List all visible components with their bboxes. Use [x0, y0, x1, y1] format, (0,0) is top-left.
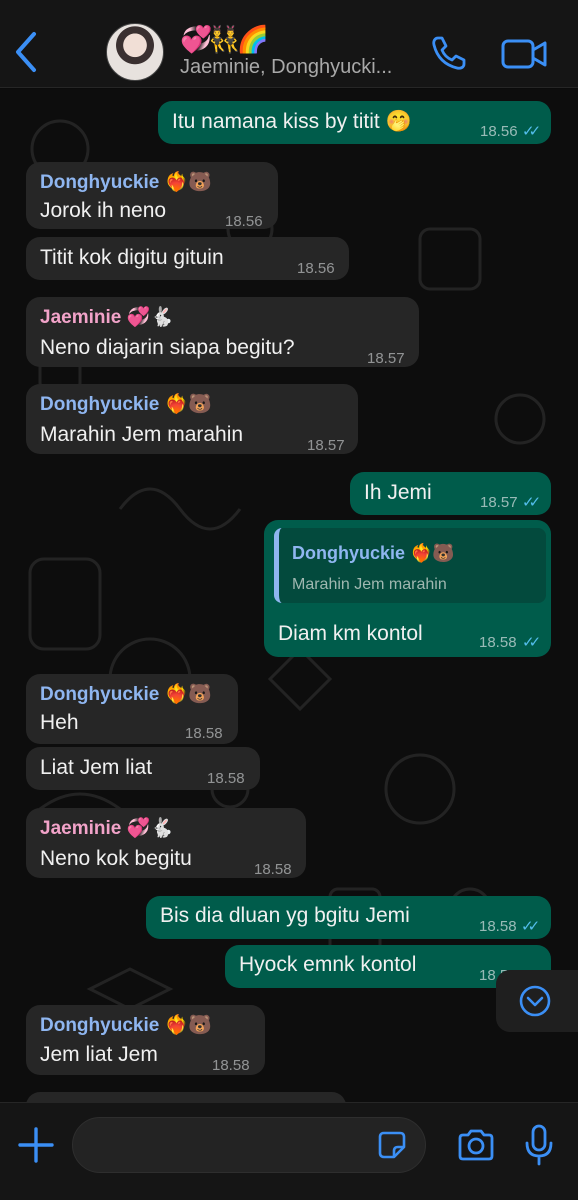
video-camera-icon: [501, 39, 547, 69]
microphone-button[interactable]: [524, 1123, 554, 1167]
message-time: 18.57: [307, 437, 345, 454]
message-sender[interactable]: Jaeminie 💞🐇: [40, 816, 174, 842]
quoted-text: Marahin Jem marahin: [292, 576, 447, 593]
read-ticks-icon: ✓✓: [522, 123, 541, 140]
message-bubble-outgoing[interactable]: Bis dia dluan yg bgitu Jemi 18.58 ✓✓: [146, 896, 551, 939]
sticker-icon: [378, 1131, 406, 1159]
message-text: Neno kok begitu: [40, 847, 192, 870]
message-bubble-incoming-partial[interactable]: [26, 1092, 346, 1102]
message-bubble-incoming[interactable]: Jaeminie 💞🐇 Neno diajarin siapa begitu? …: [26, 297, 419, 367]
message-sender[interactable]: Donghyuckie ❤️‍🔥🐻: [40, 392, 212, 418]
video-call-button[interactable]: [500, 34, 548, 74]
voice-call-button[interactable]: [428, 34, 468, 74]
message-time: 18.58: [479, 918, 517, 935]
camera-icon: [458, 1129, 494, 1161]
message-time: 18.57: [367, 350, 405, 367]
message-bubble-outgoing[interactable]: Itu namana kiss by titit 🤭 18.56 ✓✓: [158, 101, 551, 144]
sticker-button[interactable]: [376, 1129, 408, 1161]
back-button[interactable]: [10, 28, 46, 76]
message-time: 18.58: [479, 634, 517, 651]
message-time: 18.56: [225, 213, 263, 230]
plus-icon: [18, 1127, 54, 1163]
message-composer: [0, 1102, 578, 1200]
read-ticks-icon: ✓✓: [522, 634, 541, 651]
message-text: Diam km kontol: [278, 622, 423, 645]
message-sender[interactable]: Donghyuckie ❤️‍🔥🐻: [40, 682, 212, 708]
message-text: Jorok ih neno: [40, 199, 167, 222]
message-text: Liat Jem liat: [40, 756, 153, 779]
message-text: Ih Jemi: [364, 481, 432, 504]
message-bubble-incoming[interactable]: Donghyuckie ❤️‍🔥🐻 Heh 18.58: [26, 674, 238, 744]
message-bubble-incoming[interactable]: Jaeminie 💞🐇 Neno kok begitu 18.58: [26, 808, 306, 878]
camera-button[interactable]: [456, 1125, 496, 1165]
message-text: Marahin Jem marahin: [40, 423, 244, 446]
message-time: 18.56: [297, 260, 335, 277]
message-sender[interactable]: Jaeminie 💞🐇: [40, 305, 174, 331]
phone-icon: [432, 36, 466, 70]
message-bubble-incoming[interactable]: Donghyuckie ❤️‍🔥🐻 Marahin Jem marahin 18…: [26, 384, 358, 454]
group-avatar[interactable]: [106, 23, 164, 81]
message-bubble-outgoing[interactable]: Ih Jemi 18.57 ✓✓: [350, 472, 551, 515]
microphone-icon: [525, 1124, 553, 1166]
read-ticks-icon: ✓✓: [521, 918, 540, 935]
message-sender[interactable]: Donghyuckie ❤️‍🔥🐻: [40, 170, 212, 196]
message-text: Neno diajarin siapa begitu?: [40, 336, 295, 359]
quoted-sender: Donghyuckie ❤️‍🔥🐻: [292, 543, 455, 563]
message-time: 18.57: [480, 494, 518, 511]
message-input[interactable]: [72, 1117, 426, 1173]
message-list[interactable]: Itu namana kiss by titit 🤭 18.56 ✓✓ Dong…: [0, 89, 578, 1102]
message-sender[interactable]: Donghyuckie ❤️‍🔥🐻: [40, 1013, 212, 1039]
message-text: Itu namana kiss by titit 🤭: [172, 110, 412, 133]
chat-title-emoji[interactable]: 💞👯‍♂️🌈: [180, 24, 269, 54]
quoted-message[interactable]: Donghyuckie ❤️‍🔥🐻 Marahin Jem marahin: [274, 528, 546, 603]
message-bubble-incoming[interactable]: Liat Jem liat 18.58: [26, 747, 260, 790]
message-bubble-outgoing-reply[interactable]: Donghyuckie ❤️‍🔥🐻 Marahin Jem marahin Di…: [264, 520, 551, 657]
chevron-down-circle-icon: [519, 985, 551, 1017]
read-ticks-icon: ✓✓: [522, 494, 541, 511]
message-time: 18.58: [212, 1057, 250, 1074]
message-text: Hyock emnk kontol: [239, 953, 417, 976]
message-bubble-incoming[interactable]: Titit kok digitu gituin 18.56: [26, 237, 349, 280]
message-text: Titit kok digitu gituin: [40, 246, 224, 269]
message-time: 18.56: [480, 123, 518, 140]
message-time: 18.58: [185, 725, 223, 742]
message-text: Heh: [40, 711, 79, 734]
message-bubble-incoming[interactable]: Donghyuckie ❤️‍🔥🐻 Jorok ih neno 18.56: [26, 162, 278, 230]
chevron-left-icon: [16, 32, 36, 72]
message-time: 18.58: [207, 770, 245, 787]
chat-members-subtitle[interactable]: Jaeminie, Donghyucki...: [180, 56, 392, 79]
scroll-to-bottom-button[interactable]: [496, 970, 578, 1032]
chat-header: 💞👯‍♂️🌈 Jaeminie, Donghyucki...: [0, 0, 578, 88]
message-bubble-incoming[interactable]: Donghyuckie ❤️‍🔥🐻 Jem liat Jem 18.58: [26, 1005, 265, 1075]
attach-button[interactable]: [16, 1123, 56, 1167]
message-text: Jem liat Jem: [40, 1043, 158, 1066]
message-text: Bis dia dluan yg bgitu Jemi: [160, 904, 410, 927]
message-time: 18.58: [254, 861, 292, 878]
